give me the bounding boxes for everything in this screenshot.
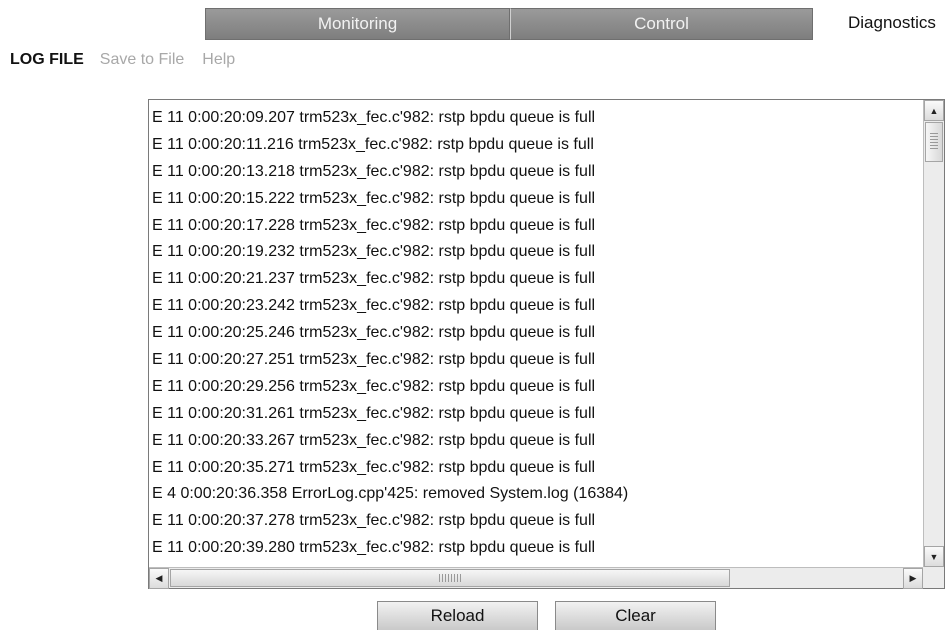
help-link[interactable]: Help — [202, 51, 235, 69]
tab-monitoring[interactable]: Monitoring — [205, 8, 510, 40]
scroll-left-button[interactable]: ◀ — [149, 568, 169, 589]
arrow-right-icon: ▶ — [909, 573, 917, 583]
log-line: E 11 0:00:20:17.228 trm523x_fec.c'982: r… — [152, 216, 596, 234]
log-line: E 11 0:00:20:13.218 trm523x_fec.c'982: r… — [152, 162, 596, 180]
log-line: E 11 0:00:20:33.267 trm523x_fec.c'982: r… — [152, 431, 596, 449]
log-line: E 4 0:00:20:36.358 ErrorLog.cpp'425: rem… — [152, 485, 629, 503]
horizontal-scroll-thumb[interactable] — [170, 569, 730, 587]
log-line: E 11 0:00:20:15.222 trm523x_fec.c'982: r… — [152, 189, 596, 207]
log-lines: E 11 0:00:20:09.207 trm523x_fec.c'982: r… — [152, 105, 920, 564]
scrollbar-corner — [923, 567, 944, 588]
submenu: LOG FILE Save to File Help — [10, 51, 253, 69]
grip-icon — [439, 574, 461, 582]
log-line: E 11 0:00:20:29.256 trm523x_fec.c'982: r… — [152, 377, 596, 395]
grip-icon — [930, 133, 938, 151]
save-to-file-link[interactable]: Save to File — [100, 51, 184, 69]
log-line: E 11 0:00:20:09.207 trm523x_fec.c'982: r… — [152, 109, 596, 126]
log-line: E 11 0:00:20:11.216 trm523x_fec.c'982: r… — [152, 135, 594, 153]
arrow-up-icon: ▲ — [929, 105, 939, 116]
reload-button[interactable]: Reload — [377, 601, 538, 630]
log-line: E 11 0:00:20:25.246 trm523x_fec.c'982: r… — [152, 324, 596, 342]
log-line: E 11 0:00:20:35.271 trm523x_fec.c'982: r… — [152, 458, 596, 476]
log-line: E 11 0:00:20:31.261 trm523x_fec.c'982: r… — [152, 404, 596, 422]
log-line: E 11 0:00:20:27.251 trm523x_fec.c'982: r… — [152, 351, 596, 369]
log-textarea[interactable]: E 11 0:00:20:09.207 trm523x_fec.c'982: r… — [148, 99, 945, 589]
log-line: E 11 0:00:20:21.237 trm523x_fec.c'982: r… — [152, 270, 596, 288]
log-line: E 11 0:00:20:19.232 trm523x_fec.c'982: r… — [152, 243, 596, 261]
arrow-left-icon: ◀ — [155, 573, 163, 583]
log-line: E 11 0:00:20:39.280 trm523x_fec.c'982: r… — [152, 539, 596, 557]
arrow-down-icon: ▼ — [929, 551, 939, 562]
tab-control[interactable]: Control — [510, 8, 813, 40]
vertical-scrollbar[interactable]: ▲ ▼ — [923, 100, 944, 567]
scroll-right-button[interactable]: ▶ — [903, 568, 923, 589]
scroll-up-button[interactable]: ▲ — [924, 100, 944, 121]
log-line: E 11 0:00:20:23.242 trm523x_fec.c'982: r… — [152, 297, 596, 315]
clear-button[interactable]: Clear — [555, 601, 716, 630]
page-title: LOG FILE — [10, 51, 84, 68]
vertical-scroll-thumb[interactable] — [925, 122, 943, 162]
tab-diagnostics[interactable]: Diagnostics — [848, 8, 936, 40]
scroll-down-button[interactable]: ▼ — [924, 546, 944, 567]
log-line: E 11 0:00:20:37.278 trm523x_fec.c'982: r… — [152, 512, 596, 530]
horizontal-scrollbar[interactable]: ◀ ▶ — [149, 567, 923, 589]
top-nav: Monitoring Control — [205, 8, 813, 40]
